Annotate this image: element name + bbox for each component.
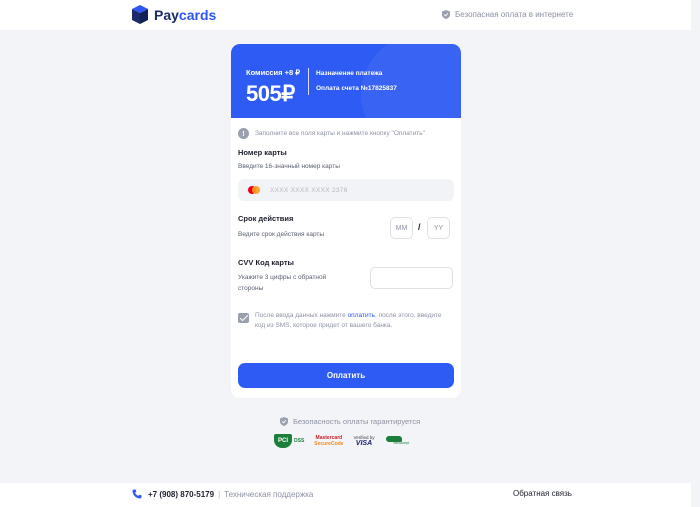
footer-separator: | <box>218 489 221 499</box>
shield-check-icon <box>442 10 450 19</box>
cvv-hint-line2: стороны <box>238 285 264 292</box>
pci-dss-badge: PCI DSS <box>274 434 304 448</box>
pay-button[interactable]: Оплатить <box>238 363 454 388</box>
expiry-month-input[interactable]: MM <box>390 217 413 239</box>
form-notice: ! Заполните все поля карты и нажмите кно… <box>238 128 425 139</box>
mastercard-securecode-badge: Mastercard SecureCode <box>314 435 344 447</box>
expiry-title: Срок действия <box>238 214 294 223</box>
info-icon: ! <box>238 128 249 139</box>
security-badges: PCI DSS Mastercard SecureCode Verified b… <box>274 432 409 450</box>
brand-logo[interactable]: Paycards <box>132 5 216 24</box>
cvv-title: CVV Код карты <box>238 258 294 267</box>
pay-link[interactable]: оплатить <box>348 312 375 319</box>
top-bar: Paycards Безопасная оплата в интернете <box>0 0 691 30</box>
payment-card: Комиссия +8 ₽ 505₽ Назначение платежа Оп… <box>231 44 461 398</box>
payment-amount: 505₽ <box>246 81 295 106</box>
guarantee-label: Безопасность оплаты гарантируется <box>280 417 420 426</box>
card-number-placeholder: XXXX XXXX XXXX 2376 <box>270 186 348 194</box>
phone-number[interactable]: +7 (908) 870-5179 <box>148 490 214 499</box>
shield-check-icon <box>280 417 288 426</box>
purpose-title: Назначение платежа <box>316 70 383 77</box>
cvv-input[interactable] <box>370 267 453 289</box>
expiry-hint: Ведите срок действия карты <box>238 231 325 238</box>
brand-name: Paycards <box>154 6 217 23</box>
cube-logo-icon <box>132 5 148 24</box>
verified-by-visa-badge: Verified by VISA <box>353 435 375 447</box>
purpose-value: Оплата счета №17825837 <box>316 85 397 92</box>
card-number-input[interactable]: XXXX XXXX XXXX 2376 <box>238 179 454 201</box>
footer: +7 (908) 870-5179 | Техническая поддержк… <box>0 483 691 507</box>
expiry-year-input[interactable]: YY <box>427 217 450 239</box>
expiry-separator: / <box>418 222 421 232</box>
feedback-link[interactable]: Обратная связь <box>513 489 572 498</box>
summary-divider <box>308 68 309 95</box>
sms-note: После ввода данных нажмите оплатить, пос… <box>238 311 453 331</box>
mir-accept-badge: MirAccept <box>384 435 409 447</box>
support-phone[interactable]: +7 (908) 870-5179 | Техническая поддержк… <box>132 489 313 499</box>
card-number-hint: Введите 16-значный номер карты <box>238 163 340 170</box>
support-label: Техническая поддержка <box>224 489 314 499</box>
secure-payment-label: Безопасная оплата в интернете <box>442 10 573 19</box>
cvv-hint-line1: Укажите 3 цифры с обратной <box>238 274 327 281</box>
card-number-title: Номер карты <box>238 148 287 157</box>
payment-summary: Комиссия +8 ₽ 505₽ Назначение платежа Оп… <box>231 44 461 118</box>
commission-label: Комиссия +8 ₽ <box>246 68 301 77</box>
mastercard-icon <box>248 186 260 194</box>
phone-icon <box>132 489 142 499</box>
message-icon <box>238 313 249 323</box>
